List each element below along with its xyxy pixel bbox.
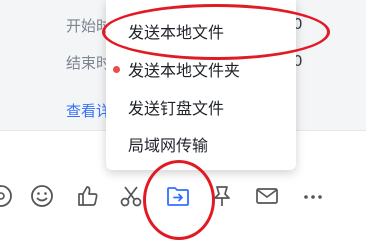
- new-badge-dot: [113, 66, 120, 73]
- menu-item-label: 发送钉盘文件: [128, 99, 225, 118]
- scissors-icon[interactable]: [116, 181, 146, 211]
- menu-item-label: 发送本地文件夹: [128, 61, 241, 80]
- end-time-label: 结束时: [66, 54, 112, 72]
- smile-icon[interactable]: [27, 181, 57, 211]
- pin-icon[interactable]: [207, 181, 237, 211]
- view-details-link[interactable]: 查看详: [66, 100, 111, 121]
- emoji-partial-icon[interactable]: [0, 181, 16, 211]
- menu-item-send-dingpan-file[interactable]: 发送钉盘文件: [106, 89, 296, 125]
- send-file-icon[interactable]: [163, 181, 193, 211]
- menu-item-label: 发送本地文件: [128, 23, 225, 42]
- menu-item-lan-transfer[interactable]: 局域网传输: [106, 126, 296, 162]
- thumbs-up-icon[interactable]: [73, 181, 103, 211]
- mail-icon[interactable]: [252, 181, 282, 211]
- more-icon[interactable]: [298, 181, 328, 211]
- start-time-label: 开始时: [66, 17, 112, 35]
- menu-item-send-local-file[interactable]: 发送本地文件: [106, 13, 296, 49]
- send-file-menu: 发送本地文件 发送本地文件夹 发送钉盘文件 局域网传输: [106, 0, 296, 170]
- menu-item-send-local-folder[interactable]: 发送本地文件夹: [106, 51, 296, 87]
- menu-item-label: 局域网传输: [128, 136, 209, 155]
